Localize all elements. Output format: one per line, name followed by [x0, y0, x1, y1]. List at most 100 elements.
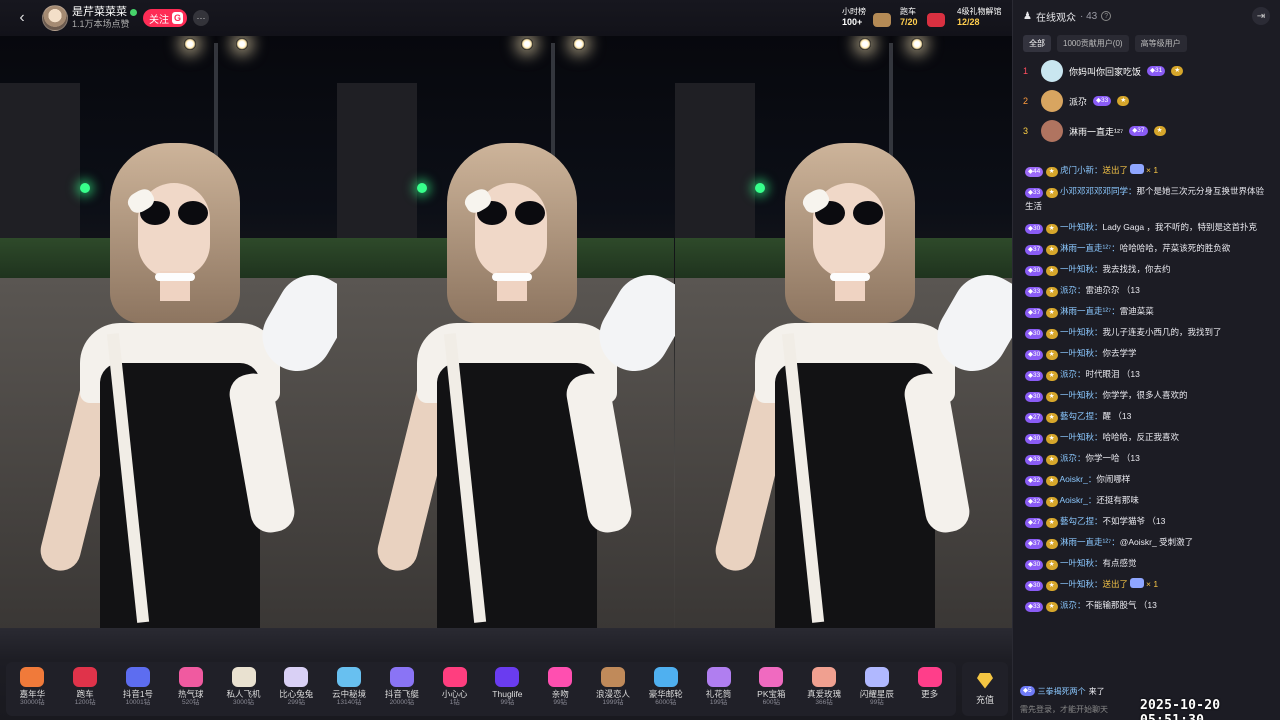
gift-item[interactable]: 跑车 1200钻	[59, 662, 112, 716]
chat-message[interactable]: ◆ 32 ★ Aoiskr_：你闹哪样	[1021, 469, 1273, 490]
chat-user-name[interactable]: 淋雨一直走¹²⁷：	[1060, 243, 1120, 253]
recharge-button[interactable]: 充值	[962, 662, 1008, 716]
chat-message[interactable]: ◆ 37 ★ 淋雨一直走¹²⁷：@Aoiskr_ 受刺激了	[1021, 532, 1273, 553]
progress-value: 7/20	[900, 17, 918, 27]
chat-user-name[interactable]: 一叶知秋：	[1060, 348, 1103, 358]
gift-item[interactable]: 小心心 1钻	[428, 662, 481, 716]
gift-price: 13140钻	[336, 699, 362, 706]
gift-item[interactable]: 浪漫恋人 1999钻	[587, 662, 640, 716]
chat-user-name[interactable]: 派尕：	[1060, 453, 1086, 463]
gift-item[interactable]: 嘉年华 30000钻	[6, 662, 59, 716]
fan-badge-icon: ★	[1045, 560, 1058, 570]
chat-message[interactable]: ◆ 32 ★ Aoiskr_：还挺有那味	[1021, 490, 1273, 511]
chat-message[interactable]: ◆ 30 ★ 一叶知秋：我去找找，你去约	[1021, 259, 1273, 280]
chat-message[interactable]: ◆ 33 ★ 派尕：雷迪尕尕 （13	[1021, 280, 1273, 301]
chat-user-name[interactable]: 藝勾乙捏：	[1060, 516, 1103, 526]
tab-top-contributors[interactable]: 1000贡献用户(0)	[1057, 34, 1129, 52]
more-options-button[interactable]: ···	[193, 10, 210, 26]
gift-item[interactable]: 云中秘境 13140钻	[323, 662, 376, 716]
fan-badge-icon: ★	[1045, 371, 1058, 381]
host-avatar[interactable]	[42, 5, 68, 31]
gift-name: 更多	[921, 689, 939, 699]
chat-message[interactable]: ◆ 27 ★ 藝勾乙捏：不如学猫爷 （13	[1021, 511, 1273, 532]
avatar	[1041, 60, 1063, 82]
follow-button[interactable]: 关注 G	[143, 9, 188, 27]
gift-unlock-progress[interactable]: 4级礼物解馆 12/28	[957, 6, 1001, 28]
audience-row[interactable]: 3 淋雨一直走¹²⁷ ◆ 37 ★	[1019, 116, 1274, 146]
chat-message[interactable]: ◆ 30 ★ 一叶知秋：你学学，很多人喜欢的	[1021, 385, 1273, 406]
gift-item[interactable]: PK宝箱 600钻	[745, 662, 798, 716]
tab-all[interactable]: 全部	[1023, 34, 1051, 52]
hourly-rank[interactable]: 小时榜 100+	[842, 6, 866, 28]
chat-user-name[interactable]: 一叶知秋：	[1060, 327, 1103, 337]
chat-user-name[interactable]: 藝勾乙捏：	[1060, 411, 1103, 421]
chat-user-name[interactable]: 一叶知秋：	[1060, 432, 1103, 442]
chat-user-name[interactable]: 派尕：	[1060, 285, 1086, 295]
chat-user-name[interactable]: 一叶知秋：	[1060, 222, 1103, 232]
level-badge: ◆ 33	[1025, 188, 1044, 198]
rank-number: 1	[1023, 66, 1029, 76]
help-icon[interactable]: ?	[1101, 11, 1112, 21]
gift-item[interactable]: Thuglife 99钻	[481, 662, 534, 716]
chat-user-name[interactable]: Aoiskr_：	[1060, 495, 1097, 505]
chat-user-name[interactable]: 虎门小新：	[1060, 165, 1103, 175]
gift-item[interactable]: 真爱玫瑰 366钻	[798, 662, 851, 716]
chat-message[interactable]: ◆ 33 ★ 派尕：时代眼泪 （13	[1021, 364, 1273, 385]
cruise-ship-icon	[653, 667, 678, 687]
gift-item[interactable]: 礼花筒 199钻	[692, 662, 745, 716]
gift-item[interactable]: 闪耀星辰 99钻	[851, 662, 904, 716]
fan-badge-icon: ★	[1045, 413, 1058, 423]
gift-item[interactable]: 豪华邮轮 6000钻	[639, 662, 692, 716]
chat-message[interactable]: ◆ 30 ★ 一叶知秋：有点感觉	[1021, 553, 1273, 574]
gift-name: 热气球	[177, 689, 204, 699]
tab-high-level[interactable]: 高等级用户	[1134, 34, 1187, 52]
entry-user-name[interactable]: 三拳揭死两个	[1038, 686, 1086, 697]
chat-message[interactable]: ◆ 33 ★ 派尕：你学一哈 （13	[1021, 448, 1273, 469]
chat-list[interactable]: ◆ 44 ★ 虎门小新：送出了 × 1 ◆ 33 ★ 小邓邓邓邓邓同学：那个是她三次元分…	[1013, 160, 1280, 696]
chat-text: 你闹哪样	[1096, 474, 1131, 484]
rose-icon	[812, 667, 837, 687]
sports-car-progress[interactable]: 跑车 7/20	[900, 6, 918, 28]
chat-user-name[interactable]: 小邓邓邓邓邓同学：	[1060, 186, 1137, 196]
gift-count: × 1	[1146, 579, 1159, 589]
chat-user-name[interactable]: 淋雨一直走¹²⁷：	[1060, 306, 1120, 316]
gift-item[interactable]: 亲吻 99钻	[534, 662, 587, 716]
chat-user-name[interactable]: 一叶知秋：	[1060, 579, 1103, 589]
chat-user-name[interactable]: 一叶知秋：	[1060, 558, 1103, 568]
back-button[interactable]: ‹	[8, 4, 36, 32]
audience-row[interactable]: 1 你妈叫你回家吃饭 ◆ 31 ★	[1019, 56, 1274, 86]
chat-message[interactable]: ◆ 37 ★ 淋雨一直走¹²⁷：雷迪菜菜	[1021, 301, 1273, 322]
chat-message[interactable]: ◆ 30 ★ 一叶知秋：你去学学	[1021, 343, 1273, 364]
gift-item[interactable]: 私人飞机 3000钻	[217, 662, 270, 716]
chat-message[interactable]: ◆ 27 ★ 藝勾乙捏：醒 （13	[1021, 406, 1273, 427]
more-gifts-button[interactable]: 更多	[903, 662, 956, 716]
gift-name: PK宝箱	[757, 689, 786, 699]
audience-row[interactable]: 2 派尕 ◆ 33 ★	[1019, 86, 1274, 116]
chat-user-name[interactable]: 派尕：	[1060, 369, 1086, 379]
chat-message[interactable]: ◆ 33 ★ 派尕：不能输那股气 （13	[1021, 595, 1273, 616]
gift-name: 云中秘境	[332, 689, 367, 699]
chat-message[interactable]: ◆ 37 ★ 淋雨一直走¹²⁷：哈哈哈哈，芹菜该死的胜负欲	[1021, 238, 1273, 259]
chat-message[interactable]: ◆ 33 ★ 小邓邓邓邓邓同学：那个是她三次元分身互换世界体验生活	[1021, 181, 1273, 217]
host-name[interactable]: 是芹菜菜菜	[72, 6, 127, 18]
chat-user-name[interactable]: Aoiskr_：	[1060, 474, 1097, 484]
chat-message[interactable]: ◆ 30 ★ 一叶知秋：Lady Gaga ，我不听的，特别是这首扑克	[1021, 217, 1273, 238]
chat-message[interactable]: ◆ 30 ★ 一叶知秋：我儿子连麦小西几的，我找到了	[1021, 322, 1273, 343]
collapse-panel-button[interactable]: ⇥	[1252, 7, 1270, 25]
gift-price: 1200钻	[74, 699, 96, 706]
chat-message[interactable]: ◆ 44 ★ 虎门小新：送出了 × 1	[1021, 160, 1273, 181]
gift-item[interactable]: 比心兔兔 299钻	[270, 662, 323, 716]
chat-user-name[interactable]: 一叶知秋：	[1060, 390, 1103, 400]
chat-user-name[interactable]: 淋雨一直走¹²⁷：	[1060, 537, 1120, 547]
gift-item[interactable]: 抖音1号 10001钻	[112, 662, 165, 716]
gift-item[interactable]: 热气球 520钻	[164, 662, 217, 716]
gift-item[interactable]: 抖音飞艇 20000钻	[375, 662, 428, 716]
avatar	[1041, 120, 1063, 142]
level-badge: ◆ 32	[1025, 497, 1044, 507]
chat-message[interactable]: ◆ 30 ★ 一叶知秋：哈哈哈，反正我喜欢	[1021, 427, 1273, 448]
chat-user-name[interactable]: 一叶知秋：	[1060, 264, 1103, 274]
chat-message[interactable]: ◆ 30 ★ 一叶知秋：送出了 × 1	[1021, 574, 1273, 595]
level-badge: ◆ 37	[1129, 126, 1148, 136]
chat-user-name[interactable]: 派尕：	[1060, 600, 1086, 610]
live-video[interactable]	[0, 33, 1012, 628]
